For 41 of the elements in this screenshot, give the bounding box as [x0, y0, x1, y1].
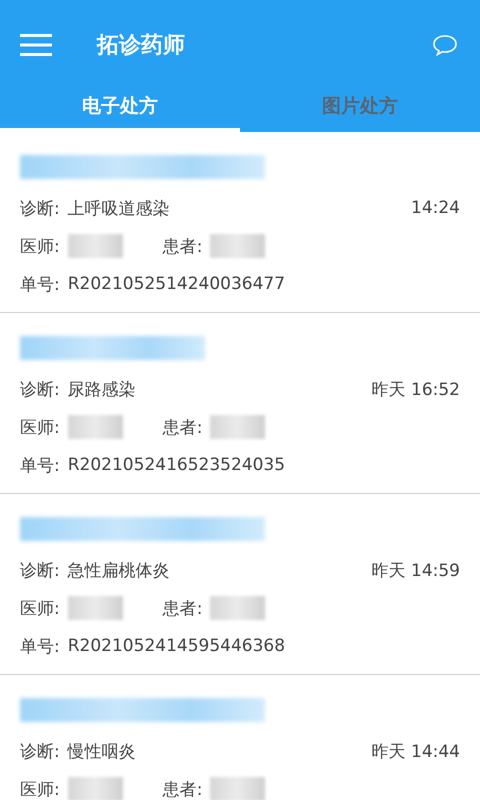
blurred-text [210, 415, 266, 439]
field-label: 单号: [20, 454, 60, 476]
time-text: 昨天 16:52 [372, 378, 460, 400]
prescription-card[interactable]: 诊断: 尿路感染 昨天 16:52 医师: 患者: 单号: R2021052416523524035 [0, 313, 480, 494]
field-label: 单号: [20, 274, 60, 296]
field-label: 患者: [162, 416, 202, 438]
field-label: 单号: [20, 636, 60, 658]
field-label: 诊断: [20, 378, 60, 400]
blurred-text [210, 777, 266, 800]
app-title: 拓诊药师 [97, 32, 186, 60]
prescription-card[interactable]: 诊断: 慢性咽炎 昨天 14:44 医师: 患者: [0, 675, 480, 800]
field-label: 医师: [20, 598, 60, 620]
blurred-text [68, 596, 123, 620]
time-text: 14:24 [411, 198, 460, 218]
field-label: 医师: [20, 236, 60, 258]
blurred-text [68, 234, 123, 258]
time-text: 昨天 14:44 [372, 740, 460, 762]
diagnosis-text: 慢性咽炎 [68, 740, 137, 762]
field-label: 患者: [162, 236, 202, 258]
field-label: 患者: [162, 598, 202, 620]
diagnosis-text: 上呼吸道感染 [68, 198, 171, 220]
blurred-text [68, 415, 123, 439]
field-label: 医师: [20, 416, 60, 438]
time-text: 昨天 14:59 [372, 560, 460, 582]
chat-bubble-icon[interactable] [432, 34, 458, 56]
field-label: 诊断: [20, 740, 60, 762]
prescription-card[interactable]: 诊断: 急性扁桃体炎 昨天 14:59 医师: 患者: 单号: R2021052414595446368 [0, 494, 480, 675]
menu-icon[interactable] [20, 34, 52, 56]
blurred-text [210, 596, 266, 620]
prescription-card[interactable]: 诊断: 上呼吸道感染 14:24 医师: 患者: 单号: R2021052514240036477 [0, 132, 480, 313]
field-label: 诊断: [20, 198, 60, 220]
blurred-text [210, 234, 266, 258]
order-number: R2021052416523524035 [68, 455, 286, 475]
order-number: R2021052414595446368 [68, 636, 286, 656]
diagnosis-text: 急性扁桃体炎 [68, 560, 171, 582]
field-label: 医师: [20, 778, 60, 800]
order-number: R2021052514240036477 [68, 274, 286, 294]
blurred-text [68, 777, 123, 800]
field-label: 诊断: [20, 560, 60, 582]
diagnosis-text: 尿路感染 [68, 378, 137, 400]
field-label: 患者: [162, 778, 202, 800]
